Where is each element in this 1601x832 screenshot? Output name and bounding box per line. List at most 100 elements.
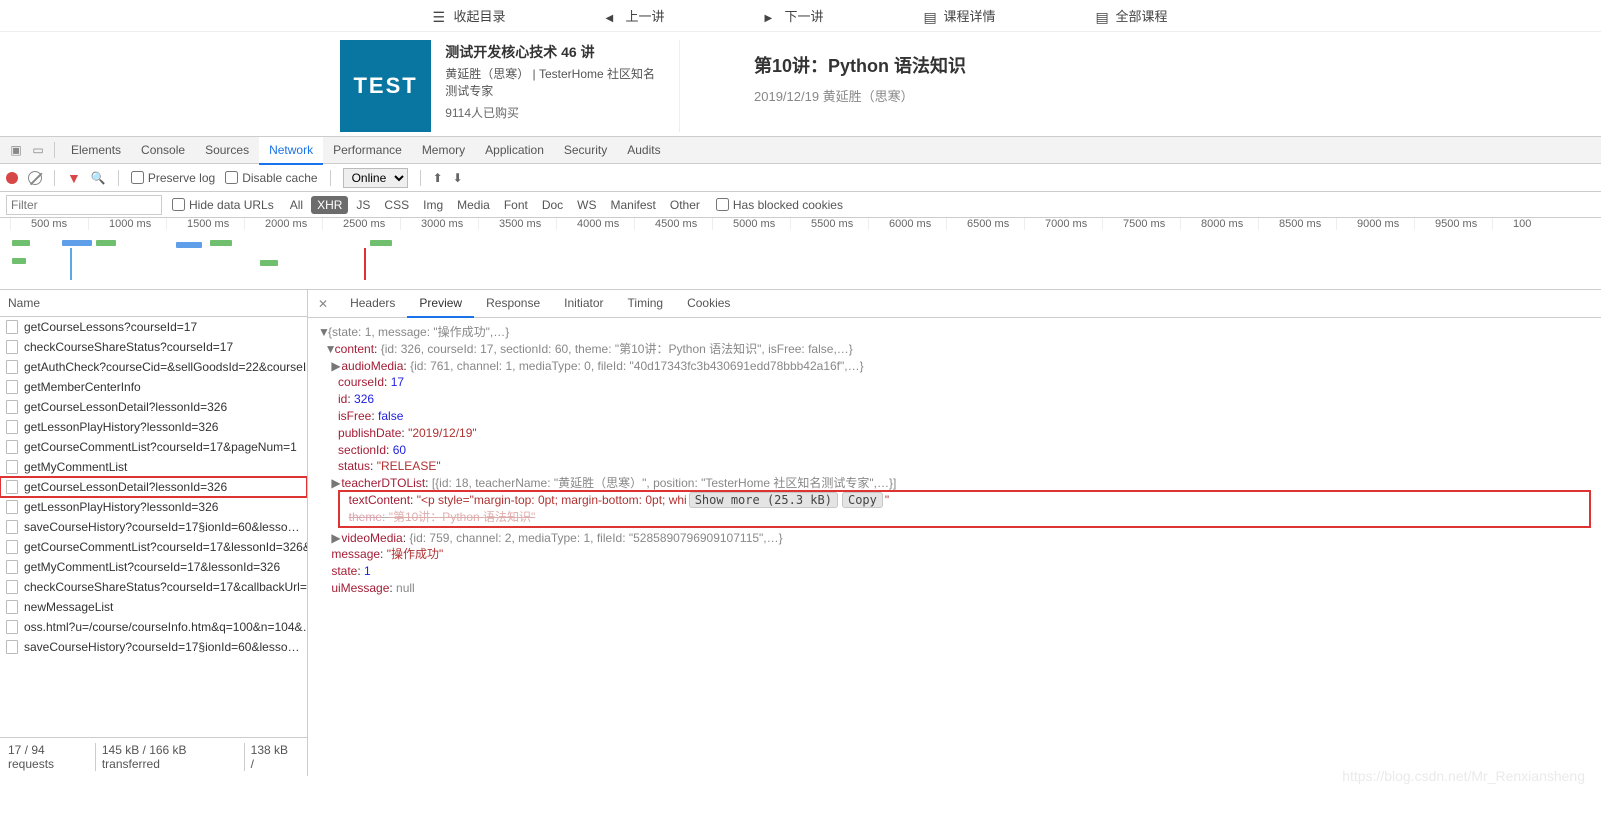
detail-tabs: ✕ HeadersPreviewResponseInitiatorTimingC… xyxy=(308,290,1601,318)
inspect-icon[interactable]: ▣ xyxy=(6,143,26,157)
filter-icon[interactable]: ▼ xyxy=(67,170,81,186)
detail-tab-timing[interactable]: Timing xyxy=(616,290,676,318)
request-row[interactable]: newMessageList xyxy=(0,597,307,617)
network-status-bar: 17 / 94 requests 145 kB / 166 kB transfe… xyxy=(0,737,307,776)
file-icon xyxy=(6,620,18,634)
preview-body[interactable]: ▼{state: 1, message: "操作成功",…} ▼content:… xyxy=(308,318,1601,776)
file-icon xyxy=(6,560,18,574)
nav-all-courses[interactable]: 全部课程 xyxy=(1096,6,1168,25)
preserve-log-checkbox[interactable]: Preserve log xyxy=(131,171,215,185)
devtools-tab-elements[interactable]: Elements xyxy=(61,137,131,163)
timeline-tick: 2000 ms xyxy=(244,218,322,230)
timeline-tick: 7000 ms xyxy=(1024,218,1102,230)
filter-type-css[interactable]: CSS xyxy=(378,196,415,214)
details-icon xyxy=(924,9,938,23)
filter-type-all[interactable]: All xyxy=(284,196,309,214)
request-row[interactable]: checkCourseShareStatus?courseId=17&callb… xyxy=(0,577,307,597)
devtools-tab-performance[interactable]: Performance xyxy=(323,137,412,163)
textcontent-highlight: textContent: "<p style="margin-top: 0pt;… xyxy=(338,490,1591,528)
request-row[interactable]: saveCourseHistory?courseId=17§ionId=60&l… xyxy=(0,637,307,657)
show-more-button[interactable]: Show more (25.3 kB) xyxy=(689,492,838,508)
request-row[interactable]: getAuthCheck?courseCid=&sellGoodsId=22&c… xyxy=(0,357,307,377)
course-title: 测试开发核心技术 46 讲 xyxy=(445,42,659,62)
clear-button[interactable] xyxy=(28,171,42,185)
filter-type-xhr[interactable]: XHR xyxy=(311,196,348,214)
filter-type-doc[interactable]: Doc xyxy=(536,196,569,214)
detail-tab-preview[interactable]: Preview xyxy=(407,290,474,318)
filter-type-other[interactable]: Other xyxy=(664,196,706,214)
file-icon xyxy=(6,380,18,394)
nav-next-lesson[interactable]: 下一讲 xyxy=(764,6,823,25)
timeline-tick: 9500 ms xyxy=(1414,218,1492,230)
page-content: 收起目录 上一讲 下一讲 课程详情 全部课程 TEST 测试开发核心技术 46 … xyxy=(0,0,1601,136)
filter-type-manifest[interactable]: Manifest xyxy=(605,196,662,214)
network-timeline[interactable]: 500 ms1000 ms1500 ms2000 ms2500 ms3000 m… xyxy=(0,218,1601,290)
request-row[interactable]: getCourseCommentList?courseId=17&lessonI… xyxy=(0,537,307,557)
disable-cache-checkbox[interactable]: Disable cache xyxy=(225,171,317,185)
search-icon[interactable]: 🔍 xyxy=(91,171,106,185)
courses-icon xyxy=(1096,9,1110,23)
nav-prev-lesson[interactable]: 上一讲 xyxy=(605,6,664,25)
request-row[interactable]: checkCourseShareStatus?courseId=17 xyxy=(0,337,307,357)
request-row[interactable]: getLessonPlayHistory?lessonId=326 xyxy=(0,417,307,437)
network-filter-bar: Hide data URLs AllXHRJSCSSImgMediaFontDo… xyxy=(0,192,1601,218)
network-toolbar: ▼ 🔍 Preserve log Disable cache Online ⬆ … xyxy=(0,164,1601,192)
download-har-icon[interactable]: ⬇ xyxy=(453,171,463,185)
timeline-tick: 2500 ms xyxy=(322,218,400,230)
file-icon xyxy=(6,520,18,534)
file-icon xyxy=(6,640,18,654)
request-row[interactable]: getCourseLessonDetail?lessonId=326 xyxy=(0,477,307,497)
request-row[interactable]: getMyCommentList xyxy=(0,457,307,477)
file-icon xyxy=(6,600,18,614)
filter-type-font[interactable]: Font xyxy=(498,196,534,214)
request-row[interactable]: getCourseLessonDetail?lessonId=326 xyxy=(0,397,307,417)
file-icon xyxy=(6,500,18,514)
filter-input[interactable] xyxy=(6,195,162,215)
throttle-select[interactable]: Online xyxy=(343,168,408,188)
timeline-tick: 5500 ms xyxy=(790,218,868,230)
blocked-cookies-checkbox[interactable]: Has blocked cookies xyxy=(716,198,843,212)
detail-tab-headers[interactable]: Headers xyxy=(338,290,407,318)
request-row[interactable]: saveCourseHistory?courseId=17§ionId=60&l… xyxy=(0,517,307,537)
devtools-tab-audits[interactable]: Audits xyxy=(617,137,670,163)
filter-type-img[interactable]: Img xyxy=(417,196,449,214)
devtools-tab-security[interactable]: Security xyxy=(554,137,617,163)
request-row[interactable]: oss.html?u=/course/courseInfo.htm&q=100&… xyxy=(0,617,307,637)
detail-tab-response[interactable]: Response xyxy=(474,290,552,318)
detail-tab-cookies[interactable]: Cookies xyxy=(675,290,742,318)
file-icon xyxy=(6,340,18,354)
filter-type-media[interactable]: Media xyxy=(451,196,496,214)
request-row[interactable]: getLessonPlayHistory?lessonId=326 xyxy=(0,497,307,517)
nav-course-details[interactable]: 课程详情 xyxy=(924,6,996,25)
hide-data-urls-checkbox[interactable]: Hide data URLs xyxy=(172,198,274,212)
requests-column-header[interactable]: Name xyxy=(0,290,307,317)
filter-type-ws[interactable]: WS xyxy=(571,196,602,214)
upload-har-icon[interactable]: ⬆ xyxy=(433,171,443,185)
devtools-tab-sources[interactable]: Sources xyxy=(195,137,259,163)
record-button[interactable] xyxy=(6,172,18,184)
request-row[interactable]: getMyCommentList?courseId=17&lessonId=32… xyxy=(0,557,307,577)
timeline-tick: 8000 ms xyxy=(1180,218,1258,230)
device-icon[interactable]: ▭ xyxy=(28,143,48,157)
file-icon xyxy=(6,360,18,374)
file-icon xyxy=(6,460,18,474)
close-detail-icon[interactable]: ✕ xyxy=(308,293,338,315)
request-row[interactable]: getCourseCommentList?courseId=17&pageNum… xyxy=(0,437,307,457)
request-detail-panel: ✕ HeadersPreviewResponseInitiatorTimingC… xyxy=(308,290,1601,776)
timeline-tick: 6500 ms xyxy=(946,218,1024,230)
course-author: 黄延胜（思寒） | TesterHome 社区知名测试专家 xyxy=(445,66,659,100)
devtools-tab-memory[interactable]: Memory xyxy=(412,137,475,163)
devtools-tab-application[interactable]: Application xyxy=(475,137,554,163)
copy-button[interactable]: Copy xyxy=(842,492,883,508)
filter-type-js[interactable]: JS xyxy=(350,196,376,214)
timeline-tick: 6000 ms xyxy=(868,218,946,230)
devtools-tab-network[interactable]: Network xyxy=(259,137,323,165)
request-row[interactable]: getCourseLessons?courseId=17 xyxy=(0,317,307,337)
file-icon xyxy=(6,320,18,334)
nav-collapse-toc[interactable]: 收起目录 xyxy=(433,6,505,25)
devtools-tab-console[interactable]: Console xyxy=(131,137,195,163)
request-list[interactable]: getCourseLessons?courseId=17checkCourseS… xyxy=(0,317,307,737)
request-row[interactable]: getMemberCenterInfo xyxy=(0,377,307,397)
list-icon xyxy=(433,9,447,23)
detail-tab-initiator[interactable]: Initiator xyxy=(552,290,615,318)
